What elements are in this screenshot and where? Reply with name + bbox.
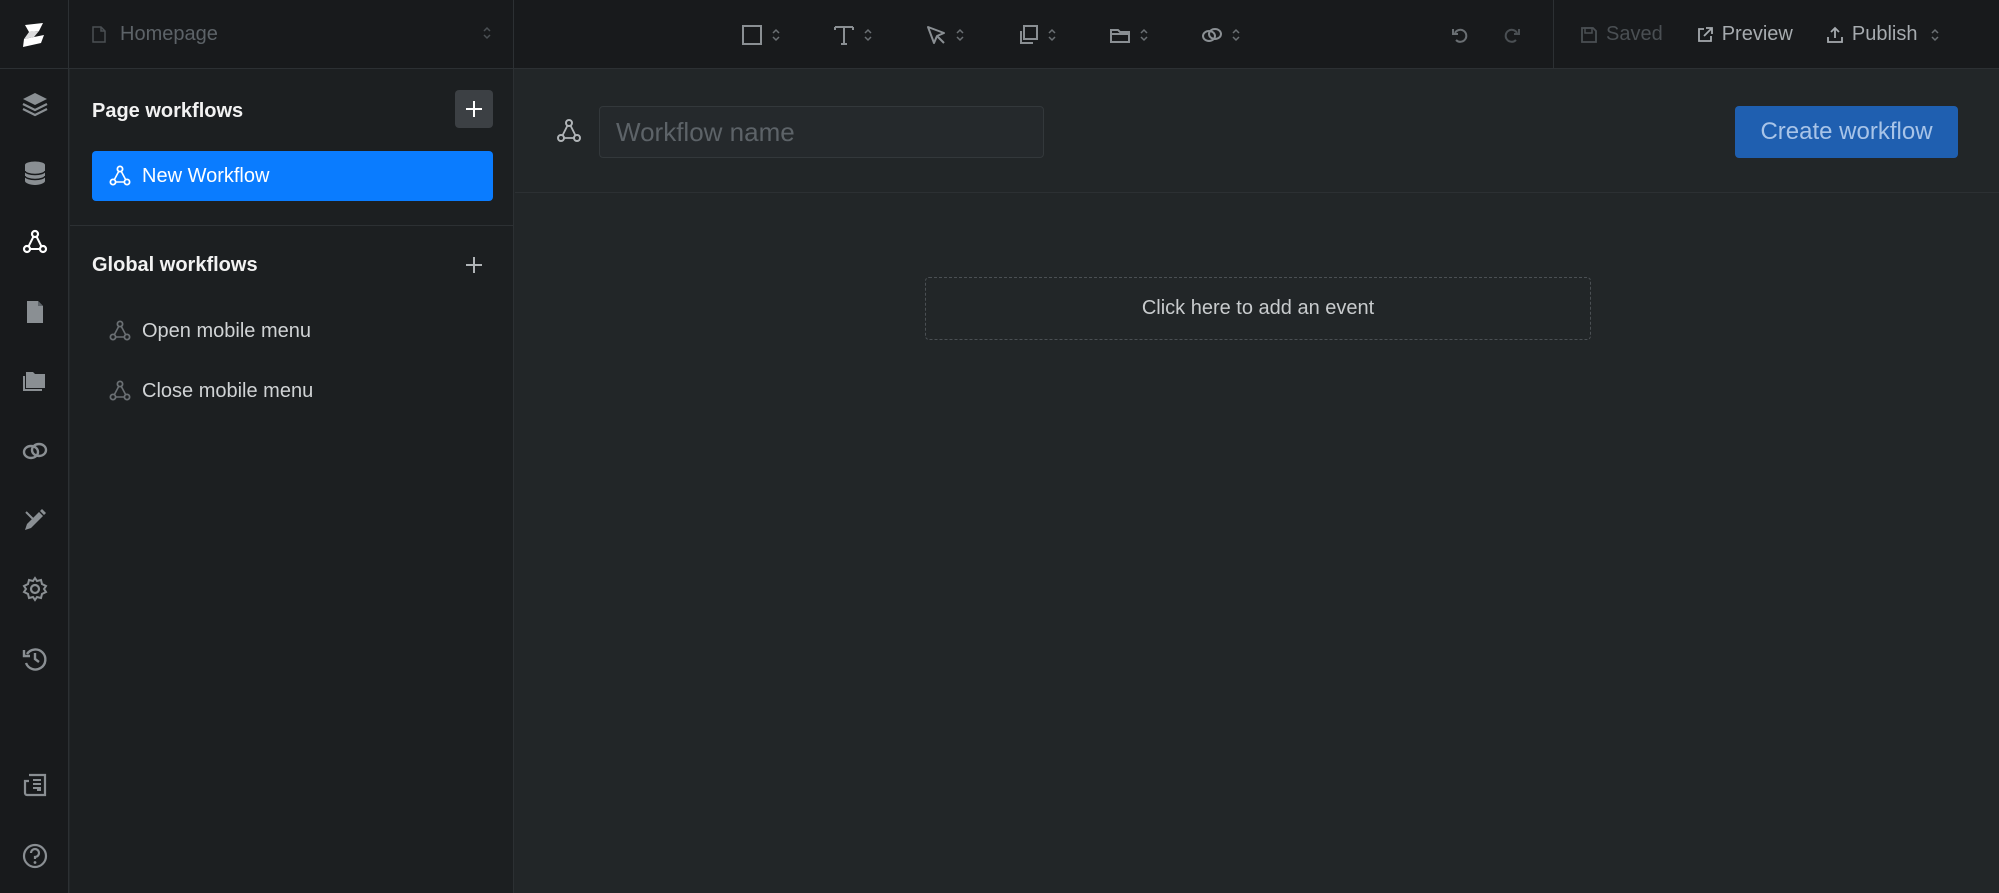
redo-button[interactable]	[1500, 23, 1524, 47]
page-name: Homepage	[120, 23, 218, 45]
tool-container[interactable]	[1108, 0, 1148, 69]
add-page-workflow-button[interactable]	[455, 90, 493, 128]
updown-icon	[864, 28, 872, 41]
rail-styles[interactable]	[0, 500, 69, 540]
updown-icon	[956, 28, 964, 41]
rail-assets[interactable]	[0, 360, 69, 400]
help-icon	[22, 843, 47, 869]
save-icon	[1581, 26, 1597, 43]
section-divider	[70, 225, 514, 226]
rail-plugins[interactable]	[0, 431, 69, 471]
rail-settings[interactable]	[0, 569, 69, 609]
undo-button[interactable]	[1448, 23, 1472, 47]
rail-news[interactable]	[0, 765, 69, 805]
publish-label: Publish	[1851, 23, 1918, 45]
add-global-workflow-button[interactable]	[455, 246, 493, 284]
page-selector[interactable]: Homepage	[70, 0, 514, 69]
workflow-label: Close mobile menu	[142, 379, 314, 402]
square-icon	[742, 24, 762, 45]
workflow-item-close-mobile-menu[interactable]: Close mobile menu	[108, 371, 313, 411]
link-icon	[22, 442, 47, 460]
text-icon	[834, 25, 854, 45]
global-workflows-title: Global workflows	[92, 254, 258, 276]
workflows-sidebar: Page workflows New Workflow Global workf…	[70, 69, 514, 893]
updown-icon	[1931, 28, 1939, 41]
history-icon	[22, 648, 47, 671]
document-icon	[26, 301, 43, 323]
workflow-icon	[557, 119, 581, 142]
document-icon	[92, 26, 106, 43]
rail-history[interactable]	[0, 639, 69, 679]
undo-icon	[1452, 28, 1468, 43]
logo-icon	[23, 22, 44, 47]
tool-group	[740, 0, 1292, 69]
create-workflow-button[interactable]: Create workflow	[1735, 106, 1958, 158]
left-rail	[0, 69, 69, 893]
rail-workflows[interactable]	[0, 222, 69, 262]
workflow-item-open-mobile-menu[interactable]: Open mobile menu	[108, 311, 311, 351]
database-icon	[23, 161, 46, 185]
workflow-label: New Workflow	[142, 164, 270, 187]
workflow-label: Open mobile menu	[142, 319, 311, 342]
tool-interaction[interactable]	[924, 0, 964, 69]
pointer-icon	[927, 25, 945, 44]
workflow-header: Create workflow	[515, 69, 1999, 193]
logo[interactable]	[0, 0, 69, 69]
saved-label: Saved	[1606, 23, 1663, 45]
tool-shape[interactable]	[740, 0, 780, 69]
workflow-item-new-workflow[interactable]: New Workflow	[92, 151, 493, 201]
preview-button[interactable]: Preview	[1696, 23, 1793, 46]
publish-button[interactable]: Publish	[1826, 23, 1940, 46]
plus-icon	[466, 257, 482, 273]
layers-icon	[22, 93, 47, 117]
tool-components[interactable]	[1016, 0, 1056, 69]
updown-icon	[772, 28, 780, 41]
workflow-icon	[109, 320, 131, 341]
workflow-icon	[109, 380, 131, 401]
copy-icon	[1020, 24, 1038, 44]
rail-layers[interactable]	[0, 84, 69, 124]
redo-icon	[1504, 28, 1520, 43]
workflow-name-input[interactable]	[599, 106, 1044, 158]
updown-icon	[483, 26, 491, 40]
news-icon	[23, 773, 46, 797]
link-icon	[1202, 27, 1222, 42]
rail-help[interactable]	[0, 836, 69, 876]
publish-actions: Saved Preview Publish	[1580, 0, 1972, 69]
divider	[1553, 0, 1554, 69]
rail-data[interactable]	[0, 153, 69, 193]
workflow-icon	[22, 229, 47, 254]
updown-icon	[1140, 28, 1148, 41]
external-link-icon	[1697, 26, 1713, 42]
updown-icon	[1048, 28, 1056, 41]
history-controls	[1448, 0, 1552, 69]
plus-icon	[466, 101, 482, 117]
folder-icon	[22, 372, 45, 391]
upload-icon	[1826, 26, 1843, 43]
settings-icon	[22, 576, 47, 602]
updown-icon	[1232, 28, 1240, 41]
tool-link[interactable]	[1200, 0, 1240, 69]
saved-status: Saved	[1580, 23, 1663, 46]
add-event-button[interactable]: Click here to add an event	[925, 277, 1591, 340]
preview-label: Preview	[1721, 23, 1793, 45]
page-workflows-title: Page workflows	[92, 100, 244, 122]
top-bar: Homepage Saved Preview Publish	[0, 0, 1999, 69]
rail-pages[interactable]	[0, 292, 69, 332]
folder-outline-icon	[1110, 28, 1130, 43]
tool-text[interactable]	[832, 0, 872, 69]
workflow-icon	[109, 165, 131, 186]
design-icon	[24, 509, 46, 530]
